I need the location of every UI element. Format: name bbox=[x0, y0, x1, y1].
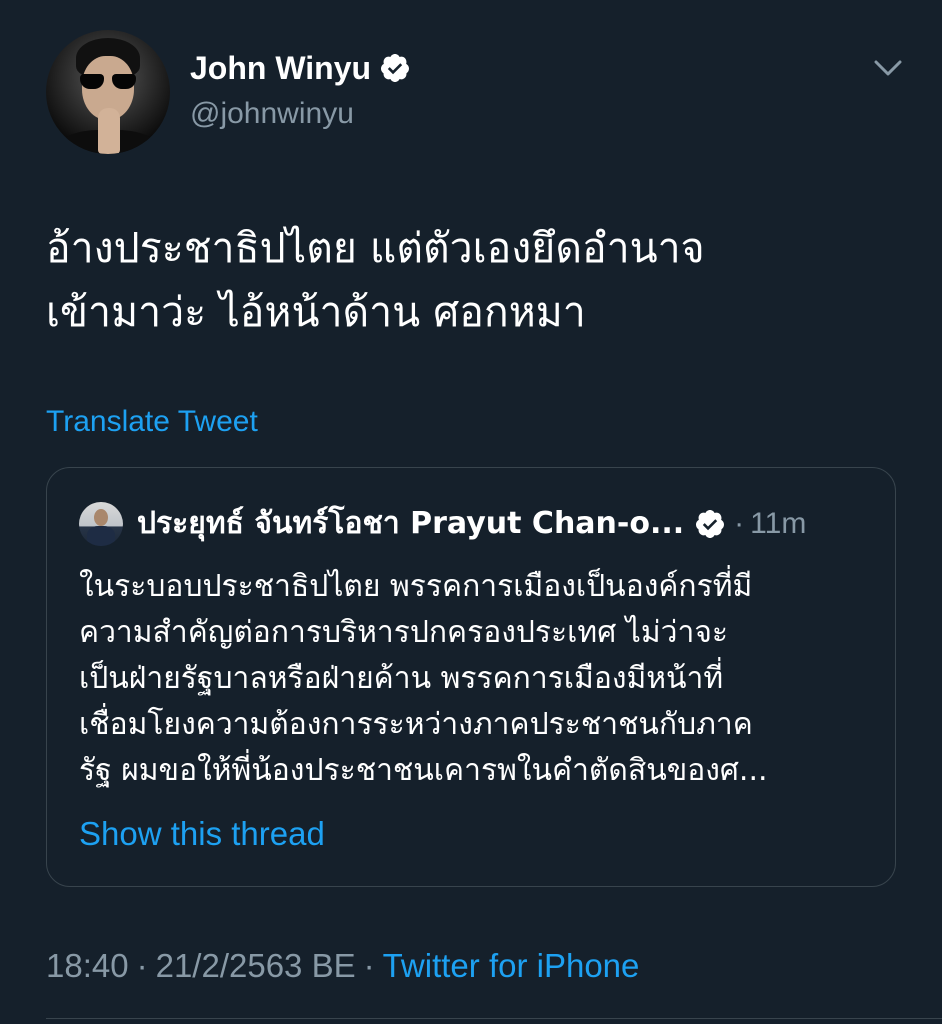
meta-separator: · bbox=[136, 947, 148, 984]
quoted-separator: · bbox=[734, 507, 745, 540]
show-thread-link[interactable]: Show this thread bbox=[79, 814, 325, 854]
author-display-name[interactable]: John Winyu bbox=[190, 48, 371, 88]
quoted-text-line: รัฐ ผมขอให้พี่น้องประชาชนเคารพในคำตัดสิน… bbox=[79, 753, 768, 788]
author-handle[interactable]: @johnwinyu bbox=[190, 94, 354, 134]
avatar[interactable] bbox=[46, 30, 170, 154]
quoted-timestamp: 11m bbox=[750, 507, 807, 540]
tweet-date[interactable]: 21/2/2563 BE bbox=[156, 947, 356, 984]
meta-separator: · bbox=[363, 947, 375, 984]
tweet-time[interactable]: 18:40 bbox=[46, 947, 129, 984]
chevron-down-icon[interactable] bbox=[870, 54, 906, 82]
quoted-text-line: ความสำคัญต่อการบริหารปกครองประเทศ ไม่ว่า… bbox=[79, 615, 729, 650]
quoted-tweet-card[interactable]: ประยุทธ์ จันทร์โอชา Prayut Chan-o... · 1… bbox=[46, 467, 896, 887]
tweet-text-line: อ้างประชาธิปไตย แต่ตัวเองยึดอำนาจ bbox=[46, 224, 705, 272]
quoted-display-name: ประยุทธ์ จันทร์โอชา Prayut Chan-o... bbox=[137, 506, 685, 541]
quoted-tweet-text: ในระบอบประชาธิปไตย พรรคการเมืองเป็นองค์ก… bbox=[79, 564, 869, 794]
divider bbox=[46, 1018, 942, 1019]
avatar-hand bbox=[98, 108, 120, 154]
tweet-text-line: เข้ามาว่ะ ไอ้หน้าด้าน ศอกหมา bbox=[46, 288, 586, 336]
tweet-source-link[interactable]: Twitter for iPhone bbox=[383, 947, 640, 984]
quoted-text-line: เป็นฝ่ายรัฐบาลหรือฝ่ายค้าน พรรคการเมืองม… bbox=[79, 661, 724, 696]
quoted-text-line: ในระบอบประชาธิปไตย พรรคการเมืองเป็นองค์ก… bbox=[79, 569, 753, 604]
quoted-text-line: เชื่อมโยงความต้องการระหว่างภาคประชาชนกับ… bbox=[79, 707, 753, 742]
verified-badge-icon bbox=[381, 54, 410, 82]
translate-tweet-link[interactable]: Translate Tweet bbox=[46, 402, 258, 442]
tweet-metadata: 18:40 · 21/2/2563 BE · Twitter for iPhone bbox=[46, 944, 639, 988]
avatar-sunglasses bbox=[80, 74, 136, 90]
quoted-tweet-header: ประยุทธ์ จันทร์โอชา Prayut Chan-o... · 1… bbox=[79, 502, 869, 546]
tweet-text: อ้างประชาธิปไตย แต่ตัวเองยึดอำนาจ เข้ามา… bbox=[46, 216, 906, 344]
tweet-header: John Winyu @johnwinyu bbox=[46, 30, 906, 154]
verified-badge-icon bbox=[696, 510, 725, 538]
author-name-row[interactable]: John Winyu bbox=[190, 48, 411, 88]
quoted-avatar bbox=[79, 502, 123, 546]
